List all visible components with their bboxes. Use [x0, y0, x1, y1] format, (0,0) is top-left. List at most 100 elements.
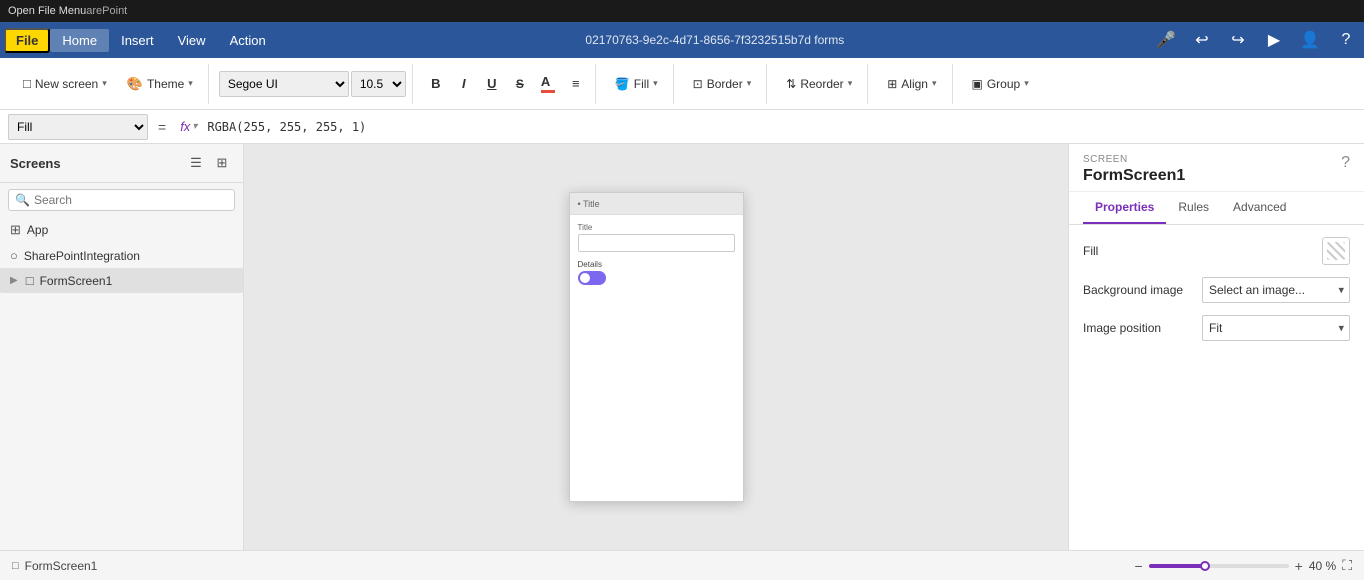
align-button[interactable]: ≡ [563, 71, 589, 97]
fill-row: Fill [1083, 237, 1350, 265]
expand-icon: ▶ [10, 275, 18, 286]
app-icon: ⊞ [10, 222, 21, 238]
phone-title-bar: • Title [570, 193, 743, 215]
sidebar-item-app[interactable]: ⊞ App [0, 217, 243, 243]
property-select[interactable]: Fill [8, 114, 148, 140]
phone-form-field: Title [578, 223, 735, 252]
phone-toggle[interactable] [578, 271, 606, 285]
undo-icon[interactable]: ↩ [1188, 26, 1216, 54]
reorder-group: ⇅ Reorder ▾ [771, 64, 868, 104]
bold-button[interactable]: B [423, 71, 449, 97]
formula-input[interactable] [207, 114, 1356, 140]
group-icon: ▣ [972, 77, 983, 91]
border-button[interactable]: ⊡ Border ▾ [684, 72, 761, 96]
panel-help-icon[interactable]: ? [1341, 154, 1350, 172]
background-image-select-wrapper: Select an image... [1202, 277, 1350, 303]
zoom-controls: − + 40 % ⛶ [1134, 557, 1352, 574]
list-view-icon[interactable]: ☰ [185, 152, 207, 174]
image-position-select-wrapper: Fit Fill Stretch Tile Center [1202, 315, 1350, 341]
phone-frame: • Title Title Details [569, 192, 744, 502]
italic-button[interactable]: I [451, 71, 477, 97]
sidebar-item-sharepoint-label: SharePointIntegration [24, 249, 140, 263]
view-menu-item[interactable]: View [166, 29, 218, 52]
background-image-select[interactable]: Select an image... [1202, 277, 1350, 303]
new-screen-button[interactable]: □ New screen ▾ [14, 71, 116, 96]
toolbar-icons: 🎤 ↩ ↪ ▶ 👤 ? [1152, 26, 1360, 54]
fill-chevron: ▾ [653, 78, 658, 89]
sidebar-header: Screens ☰ ⊞ [0, 144, 243, 183]
new-screen-icon: □ [23, 76, 31, 91]
align-group: ⊞ Align ▾ [872, 64, 952, 104]
sidebar-item-formscreen1[interactable]: ▶ □ FormScreen1 [0, 268, 243, 293]
equals-sign: = [154, 119, 170, 135]
strikethrough-button[interactable]: S [507, 71, 533, 97]
group-button[interactable]: ▣ Group ▾ [963, 72, 1038, 96]
grid-view-icon[interactable]: ⊞ [211, 152, 233, 174]
font-color-button[interactable]: A [535, 71, 561, 97]
app-name-text: arePoint [86, 5, 127, 17]
panel-tabs: Properties Rules Advanced [1069, 192, 1364, 225]
sidebar-item-sharepoint[interactable]: ○ SharePointIntegration [0, 243, 243, 268]
zoom-value-display: 40 % [1309, 559, 1336, 573]
open-file-menu-text[interactable]: Open File Menu [8, 5, 86, 17]
phone-screen-title: • Title [578, 199, 600, 209]
file-menu-button[interactable]: File [4, 28, 50, 53]
border-group: ⊡ Border ▾ [678, 64, 768, 104]
group-chevron: ▾ [1024, 78, 1029, 89]
underline-button[interactable]: U [479, 71, 505, 97]
phone-field-input [578, 234, 735, 252]
sidebar-view-icons: ☰ ⊞ [185, 152, 233, 174]
tab-advanced[interactable]: Advanced [1221, 192, 1298, 224]
insert-menu-item[interactable]: Insert [109, 29, 166, 52]
group-group: ▣ Group ▾ [957, 64, 1044, 104]
redo-icon[interactable]: ↪ [1224, 26, 1252, 54]
fill-swatch-button[interactable] [1322, 237, 1350, 265]
screen-info: SCREEN FormScreen1 [1083, 154, 1185, 185]
reorder-icon: ⇅ [786, 77, 796, 91]
fill-icon: 🪣 [615, 77, 630, 91]
title-bar: Open File Menu arePoint [0, 0, 1364, 22]
play-icon[interactable]: ▶ [1260, 26, 1288, 54]
help-icon[interactable]: ? [1332, 26, 1360, 54]
tab-rules[interactable]: Rules [1166, 192, 1221, 224]
sidebar-title: Screens [10, 156, 61, 171]
formula-bar: Fill = fx ▾ [0, 110, 1364, 144]
screen-section-label: SCREEN [1083, 154, 1185, 165]
font-size-select[interactable]: 10.5 [351, 71, 406, 97]
fill-label: Fill [1083, 244, 1098, 258]
sidebar-item-app-label: App [27, 223, 48, 237]
sidebar: Screens ☰ ⊞ 🔍 ⊞ App ○ SharePointIntegrat… [0, 144, 244, 550]
right-panel-header: SCREEN FormScreen1 ? [1069, 144, 1364, 192]
reorder-button[interactable]: ⇅ Reorder ▾ [777, 72, 861, 96]
fullscreen-button[interactable]: ⛶ [1342, 557, 1352, 574]
fx-button[interactable]: fx ▾ [176, 119, 201, 134]
zoom-plus-button[interactable]: + [1295, 558, 1303, 574]
fill-swatch-inner [1327, 242, 1345, 260]
action-menu-item[interactable]: Action [218, 29, 278, 52]
fill-button[interactable]: 🪣 Fill ▾ [606, 72, 667, 96]
status-screen-icon: □ [12, 560, 19, 572]
formscreen-icon: □ [26, 273, 34, 288]
menu-bar: File Home Insert View Action 02170763-9e… [0, 22, 1364, 58]
zoom-slider[interactable] [1149, 564, 1289, 568]
person-icon[interactable]: 👤 [1296, 26, 1324, 54]
home-menu-item[interactable]: Home [50, 29, 109, 52]
zoom-minus-button[interactable]: − [1134, 558, 1142, 574]
format-group: B I U S A ≡ [417, 64, 596, 104]
search-icon: 🔍 [15, 193, 30, 207]
panel-content: Fill Background image Select an image...… [1069, 225, 1364, 550]
theme-icon: 🎨 [127, 76, 143, 92]
phone-field-label: Title [578, 223, 735, 232]
image-position-select[interactable]: Fit Fill Stretch Tile Center [1202, 315, 1350, 341]
search-input[interactable] [34, 193, 228, 207]
font-family-select[interactable]: Segoe UI [219, 71, 349, 97]
screen-name-display: FormScreen1 [1083, 167, 1185, 185]
zoom-slider-fill [1149, 564, 1205, 568]
tab-properties[interactable]: Properties [1083, 192, 1166, 224]
app-id-display: 02170763-9e2c-4d71-8656-7f3232515b7d for… [278, 33, 1152, 47]
align-menu-button[interactable]: ⊞ Align ▾ [878, 72, 945, 96]
screen-group: □ New screen ▾ 🎨 Theme ▾ [8, 64, 209, 104]
theme-button[interactable]: 🎨 Theme ▾ [118, 71, 202, 97]
reorder-chevron: ▾ [848, 78, 853, 89]
microphone-icon[interactable]: 🎤 [1152, 26, 1180, 54]
